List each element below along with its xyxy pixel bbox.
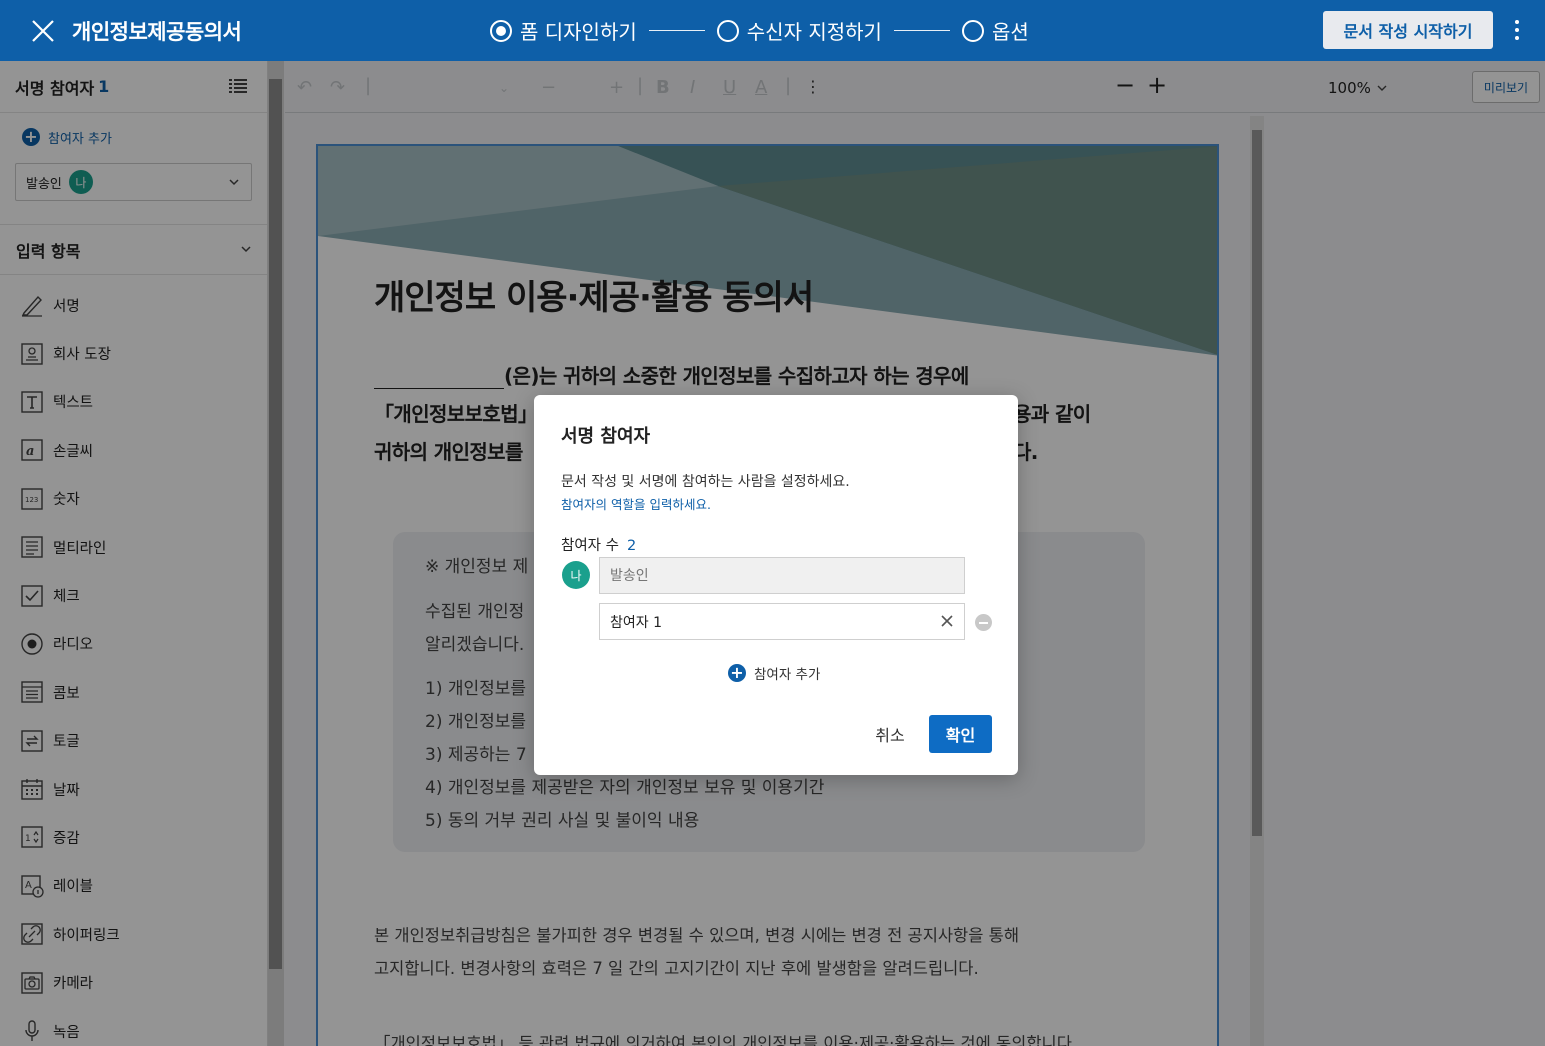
top-header: 개인정보제공동의서 폼 디자인하기 수신자 지정하기 옵션 문서 작성 시작하기 [0,0,1545,61]
radio-empty-icon [961,19,984,42]
step-label: 옵션 [991,20,1029,44]
dialog-hint: 참여자의 역할을 입력하세요. [561,497,711,512]
step-divider [893,30,950,31]
dialog-title: 서명 참여자 [561,426,651,447]
participant-count: 참여자 수 2 [561,534,636,555]
more-options-icon[interactable] [1508,14,1526,46]
confirm-button[interactable]: 확인 [929,715,992,753]
sender-field [599,557,965,594]
participant-count-label: 참여자 수 [561,538,619,554]
add-participant-button[interactable]: + 참여자 추가 [728,663,820,683]
clear-icon[interactable] [939,613,955,629]
step-label: 수신자 지정하기 [746,20,882,44]
participant-count-value: 2 [626,538,637,554]
step-recipients[interactable]: 수신자 지정하기 [716,16,882,45]
participant-name-field[interactable] [599,603,965,640]
document-title: 개인정보제공동의서 [72,20,242,44]
remove-participant-icon[interactable] [975,614,992,631]
step-form-design[interactable]: 폼 디자인하기 [490,16,637,45]
step-progress: 폼 디자인하기 수신자 지정하기 옵션 [490,16,1029,45]
avatar: 나 [562,561,590,589]
cancel-button[interactable]: 취소 [864,715,916,753]
close-icon[interactable] [30,18,56,44]
add-participant-label: 참여자 추가 [754,667,821,683]
step-options[interactable]: 옵션 [961,16,1029,45]
participants-dialog: 서명 참여자 문서 작성 및 서명에 참여하는 사람을 설정하세요. 참여자의 … [534,395,1018,775]
plus-circle-icon: + [728,664,746,682]
radio-selected-icon [490,19,512,42]
start-document-button[interactable]: 문서 작성 시작하기 [1323,11,1493,49]
radio-empty-icon [716,19,739,42]
dialog-description: 문서 작성 및 서명에 참여하는 사람을 설정하세요. [561,474,850,490]
step-label: 폼 디자인하기 [520,20,637,44]
step-divider [648,30,705,31]
